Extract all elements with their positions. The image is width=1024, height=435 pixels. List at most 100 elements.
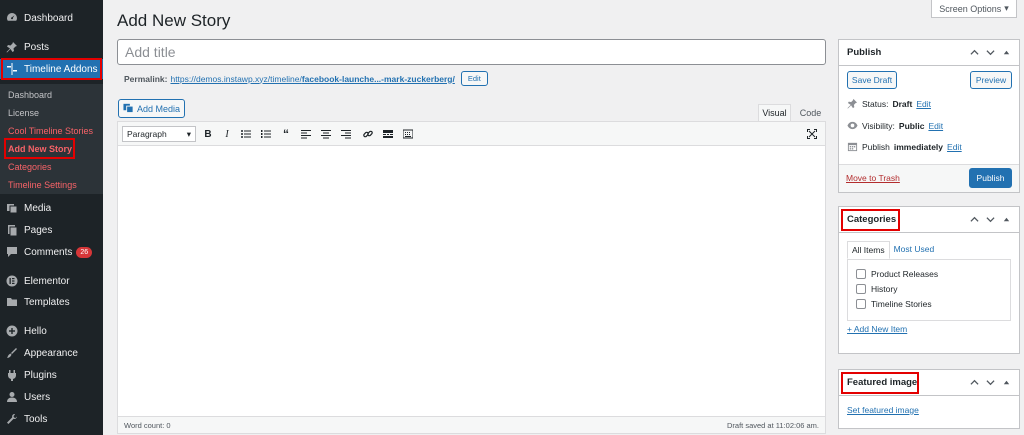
read-more-button[interactable] [380,126,396,142]
align-right-button[interactable] [338,126,354,142]
sidebar-item-templates[interactable]: Templates [0,292,103,312]
quote-icon: “ [283,127,289,141]
category-checkbox[interactable] [856,283,866,294]
sidebar-item-comments[interactable]: Comments 26 [0,242,103,262]
sidebar-item-label: Plugins [24,369,57,381]
category-label: History [871,283,898,294]
move-to-trash-link[interactable]: Move to Trash [846,173,900,183]
collapse-toggle-icon[interactable] [1002,215,1011,224]
submenu-item-timeline-settings[interactable]: Timeline Settings [0,176,103,194]
sidebar-item-timeline-addons[interactable]: Timeline Addons [0,59,103,79]
move-down-icon[interactable] [986,48,995,57]
set-featured-image-link[interactable]: Set featured image [847,405,919,415]
submenu-item-cool-timeline-stories[interactable]: Cool Timeline Stories [0,122,103,140]
sidebar-item-media[interactable]: Media [0,198,103,218]
sidebar-item-elementor[interactable]: Elementor [0,271,103,291]
tab-all-items[interactable]: All Items [847,241,890,259]
sidebar-item-posts[interactable]: Posts [0,37,103,57]
dashboard-icon [6,12,18,24]
add-media-button[interactable]: Add Media [118,99,185,118]
sidebar-item-label: Timeline Addons [24,63,98,75]
permalink-edit-button[interactable]: Edit [460,71,488,86]
move-up-icon[interactable] [970,215,979,224]
bullet-list-button[interactable] [238,126,254,142]
sidebar-item-appearance[interactable]: Appearance [0,343,103,363]
categories-list: Product Releases History Timeline Storie… [847,259,1011,321]
featured-image-box: Featured image Set featured image [838,369,1020,429]
folder-icon [6,296,18,308]
align-center-icon [321,130,331,139]
sidebar-item-label: Posts [24,41,50,53]
screen-options-button[interactable]: Screen Options ▾ [931,0,1017,18]
tab-most-used[interactable]: Most Used [890,241,939,259]
publish-box-title: Publish [847,47,882,58]
post-title-input[interactable] [117,39,826,65]
submenu-item-dashboard[interactable]: Dashboard [0,86,103,104]
insert-link-button[interactable] [360,126,376,142]
save-draft-button[interactable]: Save Draft [847,71,897,89]
numbered-list-button[interactable] [258,126,274,142]
visibility-edit-link[interactable]: Edit [928,121,943,131]
sidebar-item-hello[interactable]: Hello [0,321,103,341]
category-checkbox[interactable] [856,268,866,279]
collapse-toggle-icon[interactable] [1002,48,1011,57]
sidebar-item-label: Tools [24,413,48,425]
move-down-icon[interactable] [986,378,995,387]
publish-button[interactable]: Publish [969,168,1012,188]
align-right-icon [341,130,351,139]
editor-toolbar: Paragraph ▾ B I “ [118,122,825,146]
blockquote-button[interactable]: “ [278,126,294,142]
sidebar-item-label: Hello [24,325,47,337]
media-icon [123,102,134,115]
comments-count-badge: 26 [76,246,93,258]
caret-down-icon: ▾ [1004,3,1009,13]
chevron-down-icon: ▾ [186,128,191,139]
preview-button[interactable]: Preview [970,71,1012,89]
publish-box-header: Publish [839,40,1019,66]
move-down-icon[interactable] [986,215,995,224]
submenu-item-add-new-story[interactable]: Add New Story [0,140,103,158]
pin-icon [847,98,858,109]
permalink-label: Permalink: [124,73,168,84]
sidebar-item-users[interactable]: Users [0,387,103,407]
sidebar-item-pages[interactable]: Pages [0,220,103,240]
publish-value: immediately [893,141,944,152]
align-center-button[interactable] [318,126,334,142]
move-up-icon[interactable] [970,48,979,57]
fullscreen-button[interactable] [804,126,820,142]
status-label: Status: [862,98,889,109]
media-icon [6,202,18,214]
content-editor[interactable]: Paragraph ▾ B I “ Word count: 0 Draft sa… [117,121,826,434]
permalink-base: https://demos.instawp.xyz/timeline/ [170,73,302,84]
expand-icon [807,129,817,139]
sidebar-item-tools[interactable]: Tools [0,409,103,429]
align-left-button[interactable] [298,126,314,142]
sidebar-item-dashboard[interactable]: Dashboard [0,8,103,28]
keyboard-icon [403,129,413,139]
italic-button[interactable]: I [219,126,235,142]
submenu-item-categories[interactable]: Categories [0,158,103,176]
add-media-label: Add Media [136,103,181,114]
bold-button[interactable]: B [200,126,216,142]
tab-code[interactable]: Code [795,104,826,121]
sidebar-item-plugins[interactable]: Plugins [0,365,103,385]
category-checkbox[interactable] [856,298,866,309]
draft-saved-status: Draft saved at 11:02:06 am. [727,420,819,430]
toolbar-toggle-button[interactable] [400,126,416,142]
publish-label: Publish [862,141,890,152]
calendar-icon [847,142,858,152]
move-up-icon[interactable] [970,378,979,387]
tab-visual[interactable]: Visual [758,104,791,121]
bold-icon: B [204,128,212,140]
add-new-category-link[interactable]: + Add New Item [847,324,907,334]
comments-icon [6,246,18,258]
elementor-icon [6,275,18,287]
status-edit-link[interactable]: Edit [916,99,931,109]
permalink-row: Permalink: https://demos.instawp.xyz/tim… [124,71,488,86]
format-select[interactable]: Paragraph ▾ [122,126,196,142]
permalink-link[interactable]: https://demos.instawp.xyz/timeline/faceb… [170,74,454,84]
collapse-toggle-icon[interactable] [1002,378,1011,387]
sidebar-item-label: Templates [24,296,70,308]
submenu-item-license[interactable]: License [0,104,103,122]
publish-edit-link[interactable]: Edit [947,142,962,152]
